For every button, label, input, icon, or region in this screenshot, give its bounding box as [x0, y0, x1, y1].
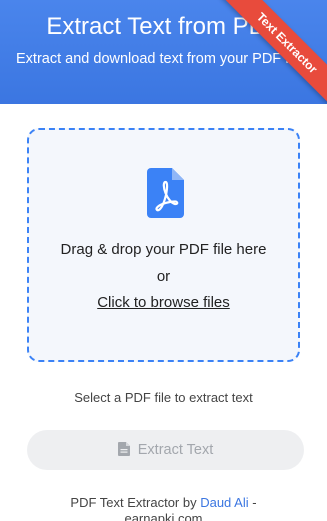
- header: Extract Text from PDF Extract and downlo…: [0, 0, 327, 104]
- extract-button-label: Extract Text: [137, 442, 214, 458]
- file-dropzone[interactable]: Drag & drop your PDF file here or Click …: [27, 128, 300, 362]
- browse-files-link[interactable]: Click to browse files: [29, 294, 298, 312]
- pdf-file-icon: [147, 168, 184, 218]
- page-subtitle: Extract and download text from your PDF …: [16, 51, 311, 67]
- author-link[interactable]: Daud Ali: [200, 495, 248, 510]
- document-icon: [117, 441, 130, 456]
- dropzone-or: or: [156, 268, 171, 285]
- dropzone-instruction: Drag & drop your PDF file here: [60, 241, 267, 258]
- extract-text-button[interactable]: Extract Text: [27, 430, 304, 470]
- status-text: Select a PDF file to extract text: [74, 390, 253, 405]
- page: Extract Text from PDF Extract and downlo…: [0, 0, 327, 521]
- footer: PDF Text Extractor by Daud Ali - earnapk…: [30, 495, 297, 521]
- footer-prefix: PDF Text Extractor by: [70, 495, 201, 510]
